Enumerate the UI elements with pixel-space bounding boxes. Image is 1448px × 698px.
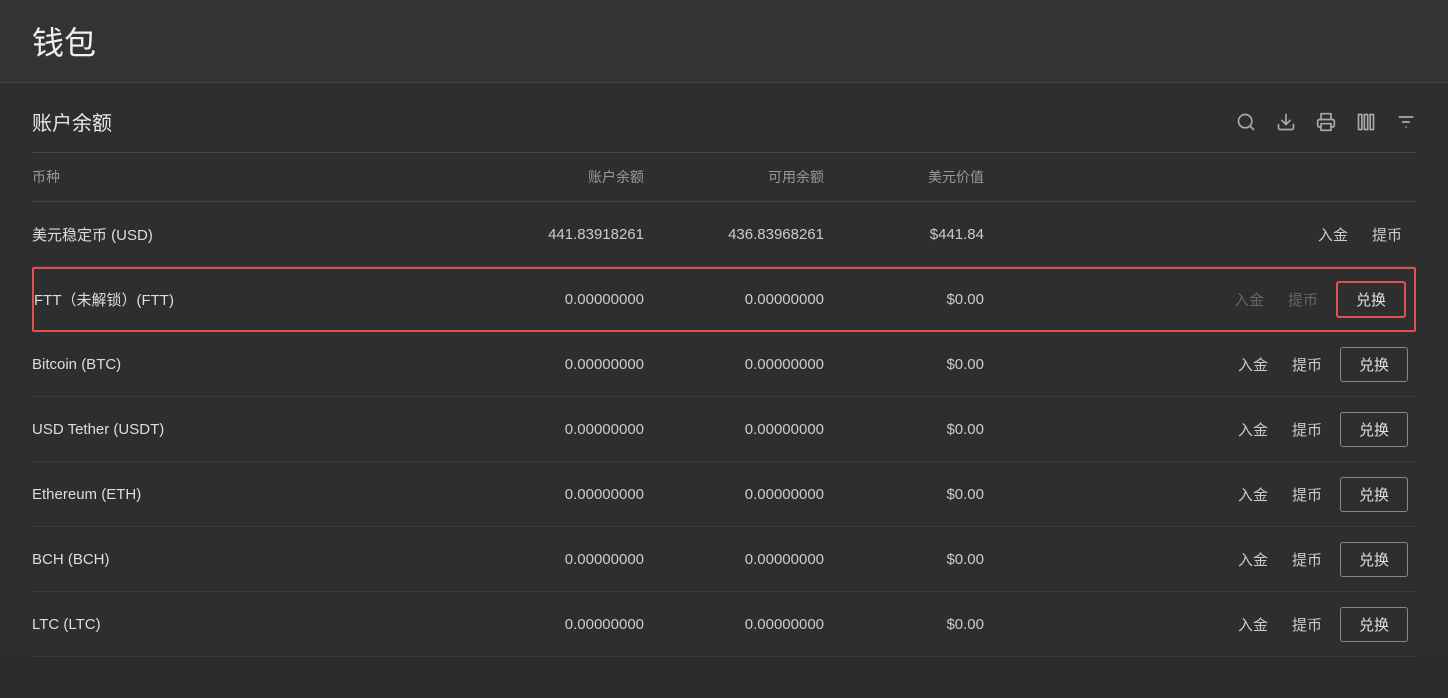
deposit-button[interactable]: 入金 [1232, 545, 1274, 574]
usd-value-cell: $0.00 [824, 486, 984, 503]
filter-icon[interactable] [1396, 112, 1416, 132]
exchange-button[interactable]: 兑换 [1336, 281, 1406, 318]
available-cell: 436.83968261 [644, 226, 824, 243]
table-header-row: 币种 账户余额 可用余额 美元价值 [32, 153, 1416, 202]
actions-cell: 入金 提币 兑换 [984, 542, 1416, 577]
available-cell: 0.00000000 [644, 486, 824, 503]
section-title: 账户余额 [32, 107, 112, 136]
exchange-button[interactable]: 兑换 [1340, 607, 1408, 642]
table-row: LTC (LTC) 0.00000000 0.00000000 $0.00 入金… [32, 592, 1416, 657]
withdraw-button[interactable]: 提币 [1286, 415, 1328, 444]
exchange-button[interactable]: 兑换 [1340, 477, 1408, 512]
table-row: Bitcoin (BTC) 0.00000000 0.00000000 $0.0… [32, 332, 1416, 397]
usd-value-cell: $0.00 [824, 551, 984, 568]
search-icon[interactable] [1236, 112, 1256, 132]
exchange-button[interactable]: 兑换 [1340, 542, 1408, 577]
withdraw-button[interactable]: 提币 [1286, 545, 1328, 574]
withdraw-button[interactable]: 提币 [1286, 350, 1328, 379]
download-icon[interactable] [1276, 112, 1296, 132]
usd-value-cell: $0.00 [824, 616, 984, 633]
currency-cell: Bitcoin (BTC) [32, 338, 464, 391]
currency-cell: FTT（未解锁）(FTT) [34, 271, 464, 328]
deposit-button[interactable]: 入金 [1232, 480, 1274, 509]
page-title: 钱包 [32, 25, 96, 61]
print-icon[interactable] [1316, 112, 1336, 132]
withdraw-button[interactable]: 提币 [1366, 220, 1408, 249]
table-container: 币种 账户余额 可用余额 美元价值 美元稳定币 (USD) 441.839182… [32, 153, 1416, 657]
available-cell: 0.00000000 [644, 356, 824, 373]
th-available: 可用余额 [644, 167, 824, 187]
balance-cell: 0.00000000 [464, 421, 644, 438]
currency-cell: 美元稳定币 (USD) [32, 206, 464, 263]
available-cell: 0.00000000 [644, 616, 824, 633]
deposit-button: 入金 [1228, 285, 1270, 314]
usd-value-cell: $0.00 [824, 421, 984, 438]
actions-cell: 入金 提币 兑换 [984, 607, 1416, 642]
exchange-button[interactable]: 兑换 [1340, 412, 1408, 447]
deposit-button[interactable]: 入金 [1232, 415, 1274, 444]
available-cell: 0.00000000 [644, 551, 824, 568]
table-row: BCH (BCH) 0.00000000 0.00000000 $0.00 入金… [32, 527, 1416, 592]
balance-cell: 0.00000000 [464, 291, 644, 308]
main-content: 账户余额 [0, 83, 1448, 657]
usd-value-cell: $441.84 [824, 226, 984, 243]
withdraw-button[interactable]: 提币 [1286, 610, 1328, 639]
exchange-button[interactable]: 兑换 [1340, 347, 1408, 382]
page-header: 钱包 [0, 0, 1448, 83]
currency-cell: USD Tether (USDT) [32, 403, 464, 456]
balance-cell: 0.00000000 [464, 616, 644, 633]
table-row: 美元稳定币 (USD) 441.83918261 436.83968261 $4… [32, 202, 1416, 267]
usd-value-cell: $0.00 [824, 291, 984, 308]
deposit-button[interactable]: 入金 [1232, 610, 1274, 639]
available-cell: 0.00000000 [644, 421, 824, 438]
balance-cell: 441.83918261 [464, 226, 644, 243]
actions-cell: 入金 提币 兑换 [984, 477, 1416, 512]
balance-cell: 0.00000000 [464, 486, 644, 503]
table-row-ftt: FTT（未解锁）(FTT) 0.00000000 0.00000000 $0.0… [32, 267, 1416, 332]
available-cell: 0.00000000 [644, 291, 824, 308]
actions-cell: 入金 提币 [984, 220, 1416, 249]
deposit-button[interactable]: 入金 [1232, 350, 1274, 379]
toolbar-icons [1236, 112, 1416, 132]
table-row: Ethereum (ETH) 0.00000000 0.00000000 $0.… [32, 462, 1416, 527]
th-currency: 币种 [32, 167, 464, 187]
balance-cell: 0.00000000 [464, 356, 644, 373]
currency-cell: LTC (LTC) [32, 598, 464, 651]
columns-icon[interactable] [1356, 112, 1376, 132]
section-header: 账户余额 [32, 83, 1416, 153]
th-usd-value: 美元价值 [824, 167, 984, 187]
usd-value-cell: $0.00 [824, 356, 984, 373]
currency-cell: BCH (BCH) [32, 533, 464, 586]
balance-cell: 0.00000000 [464, 551, 644, 568]
withdraw-button[interactable]: 提币 [1286, 480, 1328, 509]
deposit-button[interactable]: 入金 [1312, 220, 1354, 249]
actions-cell: 入金 提币 兑换 [984, 412, 1416, 447]
table-row: USD Tether (USDT) 0.00000000 0.00000000 … [32, 397, 1416, 462]
actions-cell: 入金 提币 兑换 [984, 347, 1416, 382]
currency-cell: Ethereum (ETH) [32, 468, 464, 521]
withdraw-button: 提币 [1282, 285, 1324, 314]
actions-cell: 入金 提币 兑换 [984, 281, 1414, 318]
th-balance: 账户余额 [464, 167, 644, 187]
